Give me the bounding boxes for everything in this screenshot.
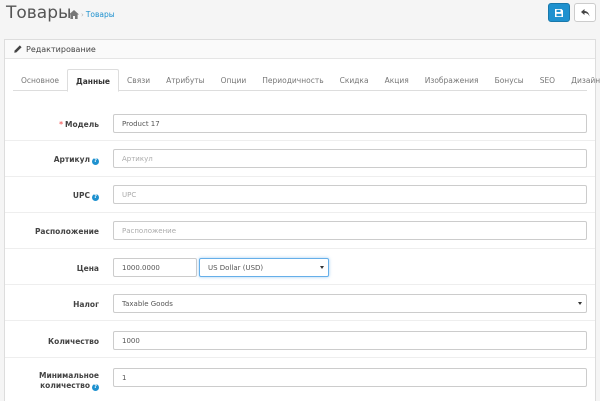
chevron-down-icon xyxy=(320,266,324,269)
tab-10[interactable]: SEO xyxy=(532,69,563,91)
tab-2[interactable]: Связи xyxy=(119,69,158,91)
upc-label: UPC? xyxy=(72,191,99,201)
panel-title: Редактирование xyxy=(26,44,96,54)
breadcrumb-separator: › xyxy=(81,10,84,19)
model-input[interactable]: Product 17 xyxy=(113,114,587,133)
back-button[interactable] xyxy=(574,3,596,22)
sku-input[interactable]: Артикул xyxy=(113,149,587,168)
form-row-upc: UPC? UPC xyxy=(5,176,595,212)
pencil-icon xyxy=(14,45,22,53)
chevron-down-icon xyxy=(578,302,582,305)
help-icon[interactable]: ? xyxy=(92,384,99,391)
tab-9[interactable]: Бонусы xyxy=(487,69,532,91)
save-icon xyxy=(555,8,563,17)
help-icon[interactable]: ? xyxy=(92,158,99,165)
form-row-model: * Модель Product 17 xyxy=(5,101,595,137)
breadcrumb: › Товары xyxy=(69,10,115,19)
tab-6[interactable]: Скидка xyxy=(332,69,377,91)
sku-label: Артикул? xyxy=(53,155,99,165)
minimum-label: Минимальное количество? xyxy=(38,371,99,391)
tab-5[interactable]: Периодичность xyxy=(254,69,331,91)
tab-11[interactable]: Дизайн xyxy=(563,69,600,91)
edit-panel: Редактирование Основное Данные Связи Атрибу… xyxy=(4,39,600,401)
panel-heading: Редактирование xyxy=(5,40,595,59)
save-button[interactable] xyxy=(548,3,570,22)
model-label: * Модель xyxy=(59,120,99,129)
breadcrumb-link-products[interactable]: Товары xyxy=(86,10,115,19)
price-input[interactable]: 1000.0000 xyxy=(113,258,197,277)
tab-7[interactable]: Акция xyxy=(377,69,417,91)
tax-select[interactable]: Taxable Goods xyxy=(113,294,587,313)
form-row-minimum: Минимальное количество? 1 xyxy=(5,357,595,401)
help-icon[interactable]: ? xyxy=(92,194,99,201)
quantity-input[interactable]: 1000 xyxy=(113,331,587,350)
location-input[interactable]: Расположение xyxy=(113,221,587,240)
tab-4[interactable]: Опции xyxy=(213,69,255,91)
upc-input[interactable]: UPC xyxy=(113,185,587,204)
location-label: Расположение xyxy=(34,227,99,236)
form-row-price: Цена 1000.0000 US Dollar (USD) xyxy=(5,248,595,284)
minimum-input[interactable]: 1 xyxy=(113,368,587,387)
home-icon[interactable] xyxy=(69,10,79,19)
tab-8[interactable]: Изображения xyxy=(417,69,487,91)
reply-icon xyxy=(580,8,589,16)
tax-select-value: Taxable Goods xyxy=(122,299,173,308)
form-row-location: Расположение Расположение xyxy=(5,212,595,248)
tab-3[interactable]: Атрибуты xyxy=(158,69,213,91)
tab-1[interactable]: Данные xyxy=(67,69,120,92)
form-row-tax: Налог Taxable Goods xyxy=(5,284,595,320)
form-row-sku: Артикул? Артикул xyxy=(5,140,595,176)
tab-0[interactable]: Основное xyxy=(13,69,67,91)
currency-select[interactable]: US Dollar (USD) xyxy=(199,258,329,277)
currency-select-value: US Dollar (USD) xyxy=(208,263,264,272)
page-header: Товары › Товары xyxy=(0,0,600,36)
form-row-quantity: Количество 1000 xyxy=(5,320,595,356)
tab-bar: Основное Данные Связи Атрибуты Опции Периодич… xyxy=(13,69,600,92)
required-mark: * xyxy=(59,120,63,129)
price-label: Цена xyxy=(76,264,99,273)
page-title: Товары xyxy=(6,3,72,23)
quantity-label: Количество xyxy=(48,337,99,346)
tax-label: Налог xyxy=(73,300,99,309)
